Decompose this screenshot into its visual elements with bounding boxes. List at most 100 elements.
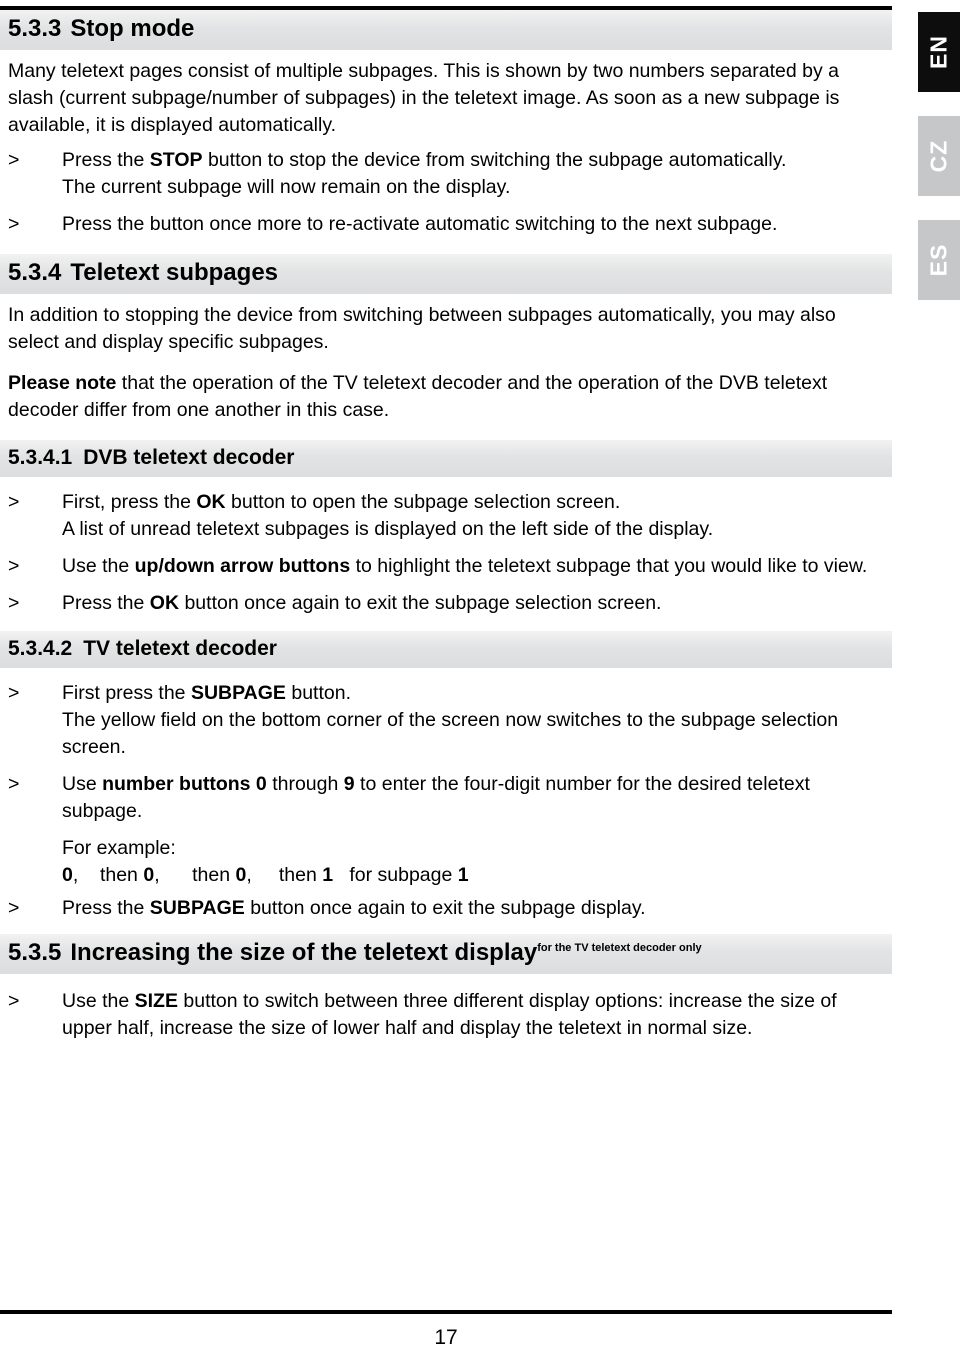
bullet-5-3-4-1-1-line1: First, press the OK button to open the s… bbox=[62, 489, 886, 516]
bullet-text: Use the up/down arrow buttons to highlig… bbox=[62, 553, 892, 580]
section-heading-5-3-5: 5.3.5 Increasing the size of the teletext… bbox=[0, 934, 892, 974]
section-5-3-4-para2-block: Please note that the operation of the TV… bbox=[0, 370, 892, 424]
bullet-5-3-4-1-1-pre: First, press the bbox=[62, 491, 197, 513]
bullet-marker: > bbox=[8, 149, 20, 171]
section-heading-5-3-4-1-title: DVB teletext decoder bbox=[83, 446, 295, 469]
bullet-5-3-5-1-pre: Use the bbox=[62, 990, 135, 1012]
language-tab-es[interactable]: ES bbox=[918, 220, 960, 300]
bullet-5-3-3-1-line1: Press the STOP button to stop the device… bbox=[62, 147, 886, 174]
section-heading-5-3-4-2-number: 5.3.4.2 bbox=[8, 637, 73, 660]
section-5-3-4-para2: Please note that the operation of the TV… bbox=[8, 370, 884, 424]
bullet-5-3-5-1-post: button to switch between three different… bbox=[62, 990, 837, 1039]
bullet-5-3-4-2-1-pre: First press the bbox=[62, 682, 191, 704]
example-tail: for subpage bbox=[333, 864, 458, 886]
bullet-5-3-4-2-3-pre: Press the bbox=[62, 897, 150, 919]
example-sep-2: , then bbox=[154, 864, 236, 886]
kbd-ok: OK bbox=[149, 592, 180, 614]
bullet-marker: > bbox=[8, 213, 20, 235]
section-5-3-4-para2-rest: that the operation of the TV teletext de… bbox=[8, 372, 828, 421]
bullet-5-3-4-2-1: > First press the SUBPAGE button. The ye… bbox=[0, 680, 892, 761]
example-digit-3: 0 bbox=[235, 864, 247, 886]
bullet-text: Use the SIZE button to switch between th… bbox=[62, 988, 892, 1042]
bullet-5-3-5-1-text: Use the SIZE button to switch between th… bbox=[62, 988, 886, 1042]
bullet-5-3-3-1: > Press the STOP button to stop the devi… bbox=[0, 147, 892, 201]
example-sequence: 0, then 0, then 0, then 1 for subpage 1 bbox=[62, 862, 886, 889]
bullet-text: Press the button once more to re-activat… bbox=[62, 211, 892, 238]
bullet-text: First press the SUBPAGE button. The yell… bbox=[62, 680, 892, 761]
bullet-text: Press the SUBPAGE button once again to e… bbox=[62, 895, 892, 922]
bullet-text: Press the OK button once again to exit t… bbox=[62, 590, 892, 617]
example-sep-1: , then bbox=[72, 864, 144, 886]
manual-page: EN CZ ES 5.3.3 Stop mode Many teletext pa… bbox=[0, 0, 960, 1361]
bullet-5-3-4-1-2: > Use the up/down arrow buttons to highl… bbox=[0, 553, 892, 580]
kbd-stop: STOP bbox=[149, 149, 203, 171]
kbd-subpage: SUBPAGE bbox=[190, 682, 286, 704]
content-column: 5.3.3 Stop mode Many teletext pages consi… bbox=[0, 0, 892, 1042]
bullet-5-3-4-1-3-pre: Press the bbox=[62, 592, 150, 614]
section-heading-5-3-4: 5.3.4 Teletext subpages bbox=[0, 254, 892, 294]
page-number: 17 bbox=[434, 1326, 458, 1349]
section-heading-5-3-4-2-title: TV teletext decoder bbox=[83, 637, 277, 660]
bullet-5-3-4-1-1-line2: A list of unread teletext subpages is di… bbox=[62, 518, 714, 540]
section-5-3-3-intro: Many teletext pages consist of multiple … bbox=[8, 60, 840, 136]
bullet-5-3-3-1-line2: The current subpage will now remain on t… bbox=[62, 176, 511, 198]
bullet-marker: > bbox=[8, 773, 20, 795]
kbd-size: SIZE bbox=[134, 990, 178, 1012]
language-tab-cz[interactable]: CZ bbox=[918, 116, 960, 196]
bullet-text: Use number buttons 0 through 9 to enter … bbox=[62, 771, 892, 889]
language-tab-en[interactable]: EN bbox=[918, 12, 960, 92]
language-tab-cz-label: CZ bbox=[925, 139, 952, 173]
section-heading-5-3-5-superscript: for the TV teletext decoder only bbox=[537, 942, 702, 954]
bullet-marker: > bbox=[8, 897, 20, 919]
bullet-5-3-3-2: > Press the button once more to re-activ… bbox=[0, 211, 892, 238]
example-digit-2: 0 bbox=[143, 864, 155, 886]
section-5-3-3-intro-block: Many teletext pages consist of multiple … bbox=[0, 58, 892, 139]
bullet-5-3-4-2-2-pre: Use bbox=[62, 773, 103, 795]
bullet-5-3-4-1-2-pre: Use the bbox=[62, 555, 135, 577]
bullet-5-3-5-1: > Use the SIZE button to switch between … bbox=[0, 988, 892, 1042]
kbd-9: 9 bbox=[343, 773, 355, 795]
bullet-marker: > bbox=[8, 990, 20, 1012]
bullet-5-3-4-2-2: > Use number buttons 0 through 9 to ente… bbox=[0, 771, 892, 889]
section-heading-5-3-4-1-number: 5.3.4.1 bbox=[8, 446, 73, 469]
bullet-5-3-3-1-pre: Press the bbox=[62, 149, 150, 171]
section-heading-5-3-4-number: 5.3.4 bbox=[8, 259, 62, 286]
kbd-subpage: SUBPAGE bbox=[149, 897, 245, 919]
section-5-3-4-para1: In addition to stopping the device from … bbox=[8, 304, 836, 353]
bullet-5-3-4-2-1-line2: The yellow field on the bottom corner of… bbox=[62, 709, 839, 758]
bullet-marker: > bbox=[8, 592, 20, 614]
bullet-5-3-4-2-2-text: Use number buttons 0 through 9 to enter … bbox=[62, 771, 886, 825]
bullet-text: First, press the OK button to open the s… bbox=[62, 489, 892, 543]
please-note-label: Please note bbox=[8, 372, 117, 394]
language-tab-strip: EN CZ ES bbox=[918, 12, 960, 324]
bullet-5-3-4-1-3-text: Press the OK button once again to exit t… bbox=[62, 590, 886, 617]
bullet-5-3-4-2-2-mid: through bbox=[266, 773, 344, 795]
example-digit-4: 1 bbox=[322, 864, 334, 886]
kbd-up-down-arrow-buttons: up/down arrow buttons bbox=[134, 555, 351, 577]
bullet-5-3-4-2-3-post: button once again to exit the subpage di… bbox=[244, 897, 646, 919]
bullet-5-3-4-1-3: > Press the OK button once again to exit… bbox=[0, 590, 892, 617]
bullet-5-3-4-1-1-post: button to open the subpage selection scr… bbox=[225, 491, 621, 513]
example-digit-1: 0 bbox=[62, 864, 73, 886]
bullet-5-3-3-2-text: Press the button once more to re-activat… bbox=[62, 213, 778, 235]
example-label: For example: bbox=[62, 837, 176, 859]
section-heading-5-3-4-1: 5.3.4.1 DVB teletext decoder bbox=[0, 440, 892, 477]
bullet-5-3-4-1-3-post: button once again to exit the subpage se… bbox=[179, 592, 662, 614]
bullet-5-3-4-1-1: > First, press the OK button to open the… bbox=[0, 489, 892, 543]
language-tab-es-label: ES bbox=[925, 243, 952, 277]
bullet-marker: > bbox=[8, 682, 20, 704]
bullet-marker: > bbox=[8, 491, 20, 513]
section-heading-5-3-5-number: 5.3.5 bbox=[8, 939, 62, 966]
bullet-5-3-4-2-1-line1: First press the SUBPAGE button. bbox=[62, 680, 886, 707]
bullet-5-3-4-2-1-post: button. bbox=[285, 682, 352, 704]
section-heading-5-3-5-title: Increasing the size of the teletext disp… bbox=[70, 939, 538, 966]
example-sep-3: , then bbox=[246, 864, 323, 886]
section-heading-5-3-4-2: 5.3.4.2 TV teletext decoder bbox=[0, 631, 892, 668]
section-heading-5-3-3-number: 5.3.3 bbox=[8, 15, 62, 42]
bullet-marker: > bbox=[8, 555, 20, 577]
example-result-subpage: 1 bbox=[457, 864, 469, 886]
kbd-number-buttons-0: number buttons 0 bbox=[102, 773, 267, 795]
bullet-5-3-4-1-2-post: to highlight the teletext subpage that y… bbox=[350, 555, 868, 577]
kbd-ok: OK bbox=[196, 491, 226, 513]
bullet-5-3-4-2-3-text: Press the SUBPAGE button once again to e… bbox=[62, 895, 886, 922]
